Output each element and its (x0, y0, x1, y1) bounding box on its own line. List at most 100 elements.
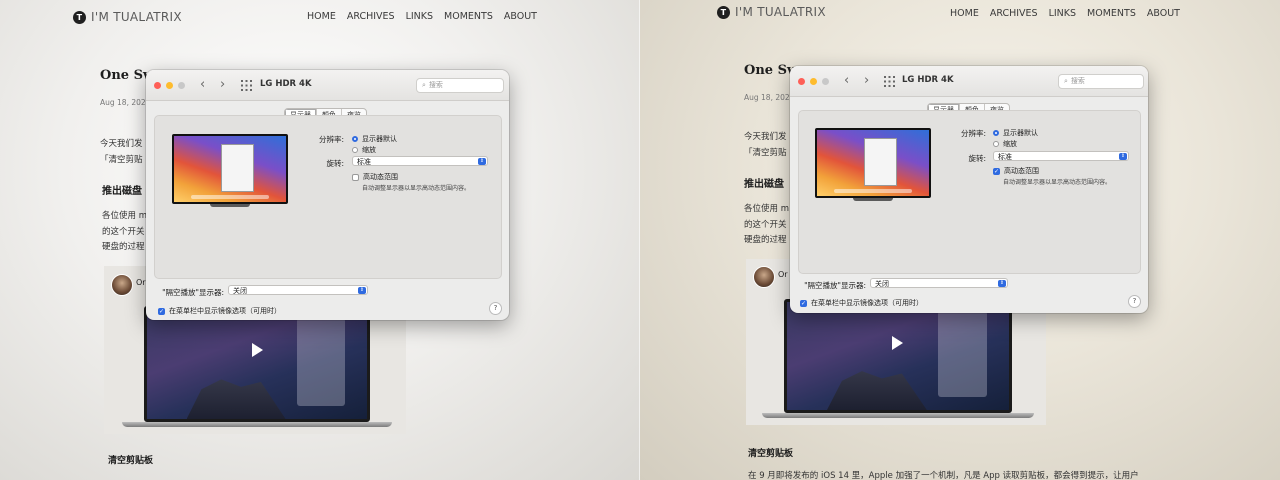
radio-scaled[interactable] (993, 141, 999, 147)
display-preferences-window[interactable]: ‹ › LG HDR 4K ⌕搜索 显示器 颜色 夜览 分辨率: 显示器默认 缩… (146, 70, 509, 320)
chevron-updown-icon: ⇕ (1119, 153, 1127, 160)
nav-home[interactable]: HOME (950, 8, 979, 19)
resolution-default-option[interactable]: 显示器默认 (352, 134, 397, 144)
hdr-note: 自动调整显示器以显示高动态范围内容。 (1003, 179, 1112, 186)
mirror-checkbox[interactable]: ✓ (158, 307, 165, 315)
rotation-label: 旋转: (326, 159, 344, 168)
resolution-default-option[interactable]: 显示器默认 (993, 128, 1038, 138)
mirror-label: 在菜单栏中显示镜像选项（可用时） (169, 307, 281, 315)
post-title[interactable]: One Sv (744, 63, 795, 78)
back-chevron-icon[interactable]: ‹ (844, 73, 849, 88)
intro-line-2: 「清空剪贴 (744, 148, 787, 158)
nav-archives[interactable]: ARCHIVES (990, 8, 1038, 19)
airplay-label: "隔空播放"显示器: (162, 288, 224, 297)
help-button[interactable]: ? (489, 302, 502, 315)
section-eject-heading: 推出磁盘 (102, 186, 142, 197)
option-default-label: 显示器默认 (362, 135, 397, 143)
airplay-select[interactable]: 关闭 ⇕ (228, 285, 368, 295)
close-button[interactable] (798, 78, 805, 85)
resolution-label: 分辨率: (960, 129, 986, 138)
intro-line-2: 「清空剪贴 (100, 155, 143, 165)
body-line-1: 各位使用 m (744, 204, 789, 214)
mirror-label: 在菜单栏中显示镜像选项（可用时） (811, 299, 923, 307)
zoom-button[interactable] (822, 78, 829, 85)
mirror-option[interactable]: ✓ 在菜单栏中显示镜像选项（可用时） (158, 306, 281, 316)
help-button[interactable]: ? (1128, 295, 1141, 308)
window-title: LG HDR 4K (260, 79, 312, 89)
show-all-grid-icon[interactable] (884, 76, 895, 87)
nav-about[interactable]: ABOUT (504, 11, 537, 22)
hdr-option[interactable]: 高动态范围 (352, 172, 398, 182)
resolution-scaled-option[interactable]: 缩放 (993, 139, 1017, 149)
body-line-3: 硬盘的过程 (744, 235, 787, 245)
radio-scaled[interactable] (352, 147, 358, 153)
nav-links[interactable]: LINKS (1049, 8, 1076, 19)
nav-moments[interactable]: MOMENTS (1087, 8, 1136, 19)
nav-archives[interactable]: ARCHIVES (347, 11, 395, 22)
minimize-button[interactable] (810, 78, 817, 85)
rotation-select[interactable]: 标准 ⇕ (352, 156, 488, 166)
hdr-checkbox[interactable]: ✓ (993, 167, 1000, 175)
show-all-grid-icon[interactable] (241, 80, 252, 91)
airplay-value: 关闭 (875, 280, 889, 288)
close-button[interactable] (154, 82, 161, 89)
body-line-2: 的这个开关 (744, 220, 787, 230)
search-icon: ⌕ (422, 81, 426, 89)
airplay-label: "隔空播放"显示器: (804, 281, 866, 290)
option-scaled-label: 缩放 (1003, 140, 1017, 148)
intro-line-1: 今天我们发 (744, 132, 787, 142)
search-field[interactable]: ⌕ 搜索 (1058, 74, 1144, 89)
intro-line-1: 今天我们发 (100, 139, 143, 149)
hdr-note: 自动调整显示器以显示高动态范围内容。 (362, 185, 471, 192)
zoom-button[interactable] (178, 82, 185, 89)
site-nav: HOME ARCHIVES LINKS MOMENTS ABOUT (307, 11, 537, 22)
body-line-2: 的这个开关 (102, 227, 145, 237)
logo-mark: T (717, 5, 730, 19)
section-clipboard-heading: 清空剪贴板 (108, 456, 154, 466)
site-logo[interactable]: T I'M TUALATRIX (717, 5, 826, 19)
rotation-value: 标准 (357, 158, 371, 166)
post-date: Aug 18, 2020 (744, 93, 795, 102)
airplay-select[interactable]: 关闭 ⇕ (870, 278, 1008, 288)
rotation-value: 标准 (998, 153, 1012, 161)
nav-moments[interactable]: MOMENTS (444, 11, 493, 22)
nav-home[interactable]: HOME (307, 11, 336, 22)
section-clipboard-heading: 清空剪贴板 (748, 449, 794, 459)
search-field[interactable]: ⌕ 搜索 (416, 78, 504, 93)
play-icon[interactable] (252, 343, 263, 357)
hdr-option[interactable]: ✓ 高动态范围 (993, 166, 1039, 176)
site-nav: HOME ARCHIVES LINKS MOMENTS ABOUT (950, 8, 1180, 19)
mirror-option[interactable]: ✓ 在菜单栏中显示镜像选项（可用时） (800, 298, 923, 308)
clipboard-paragraph: 在 9 月即将发布的 iOS 14 里，Apple 加强了一个机制，凡是 App… (748, 471, 1139, 480)
rotation-select[interactable]: 标准 ⇕ (993, 151, 1129, 161)
post-title[interactable]: One Sv (100, 68, 151, 83)
photo-left: T I'M TUALATRIX HOME ARCHIVES LINKS MOME… (0, 0, 640, 480)
chevron-updown-icon: ⇕ (478, 158, 486, 165)
minimize-button[interactable] (166, 82, 173, 89)
channel-avatar (111, 274, 133, 296)
play-icon[interactable] (892, 336, 903, 350)
nav-about[interactable]: ABOUT (1147, 8, 1180, 19)
hdr-label: 高动态范围 (1004, 167, 1039, 175)
hdr-label: 高动态范围 (363, 173, 398, 181)
video-title: Or (778, 270, 788, 279)
hdr-checkbox[interactable] (352, 173, 359, 181)
forward-chevron-icon[interactable]: › (864, 73, 869, 88)
logo-text: I'M TUALATRIX (735, 5, 826, 19)
chevron-updown-icon: ⇕ (358, 287, 366, 294)
nav-links[interactable]: LINKS (406, 11, 433, 22)
rotation-label: 旋转: (968, 154, 986, 163)
mirror-checkbox[interactable]: ✓ (800, 299, 807, 307)
radio-default[interactable] (352, 136, 358, 142)
video-title: Or (136, 278, 146, 287)
photo-right: T I'M TUALATRIX HOME ARCHIVES LINKS MOME… (640, 0, 1280, 480)
option-default-label: 显示器默认 (1003, 129, 1038, 137)
display-preferences-window[interactable]: ‹ › LG HDR 4K ⌕搜索 显示器 颜色 夜览 分辨率: 显示器默认 缩… (790, 66, 1148, 313)
forward-chevron-icon[interactable]: › (220, 77, 225, 92)
radio-default[interactable] (993, 130, 999, 136)
resolution-scaled-option[interactable]: 缩放 (352, 145, 376, 155)
search-placeholder: 搜索 (428, 81, 443, 89)
site-logo[interactable]: T I'M TUALATRIX (73, 10, 182, 24)
option-scaled-label: 缩放 (362, 146, 376, 154)
back-chevron-icon[interactable]: ‹ (200, 77, 205, 92)
